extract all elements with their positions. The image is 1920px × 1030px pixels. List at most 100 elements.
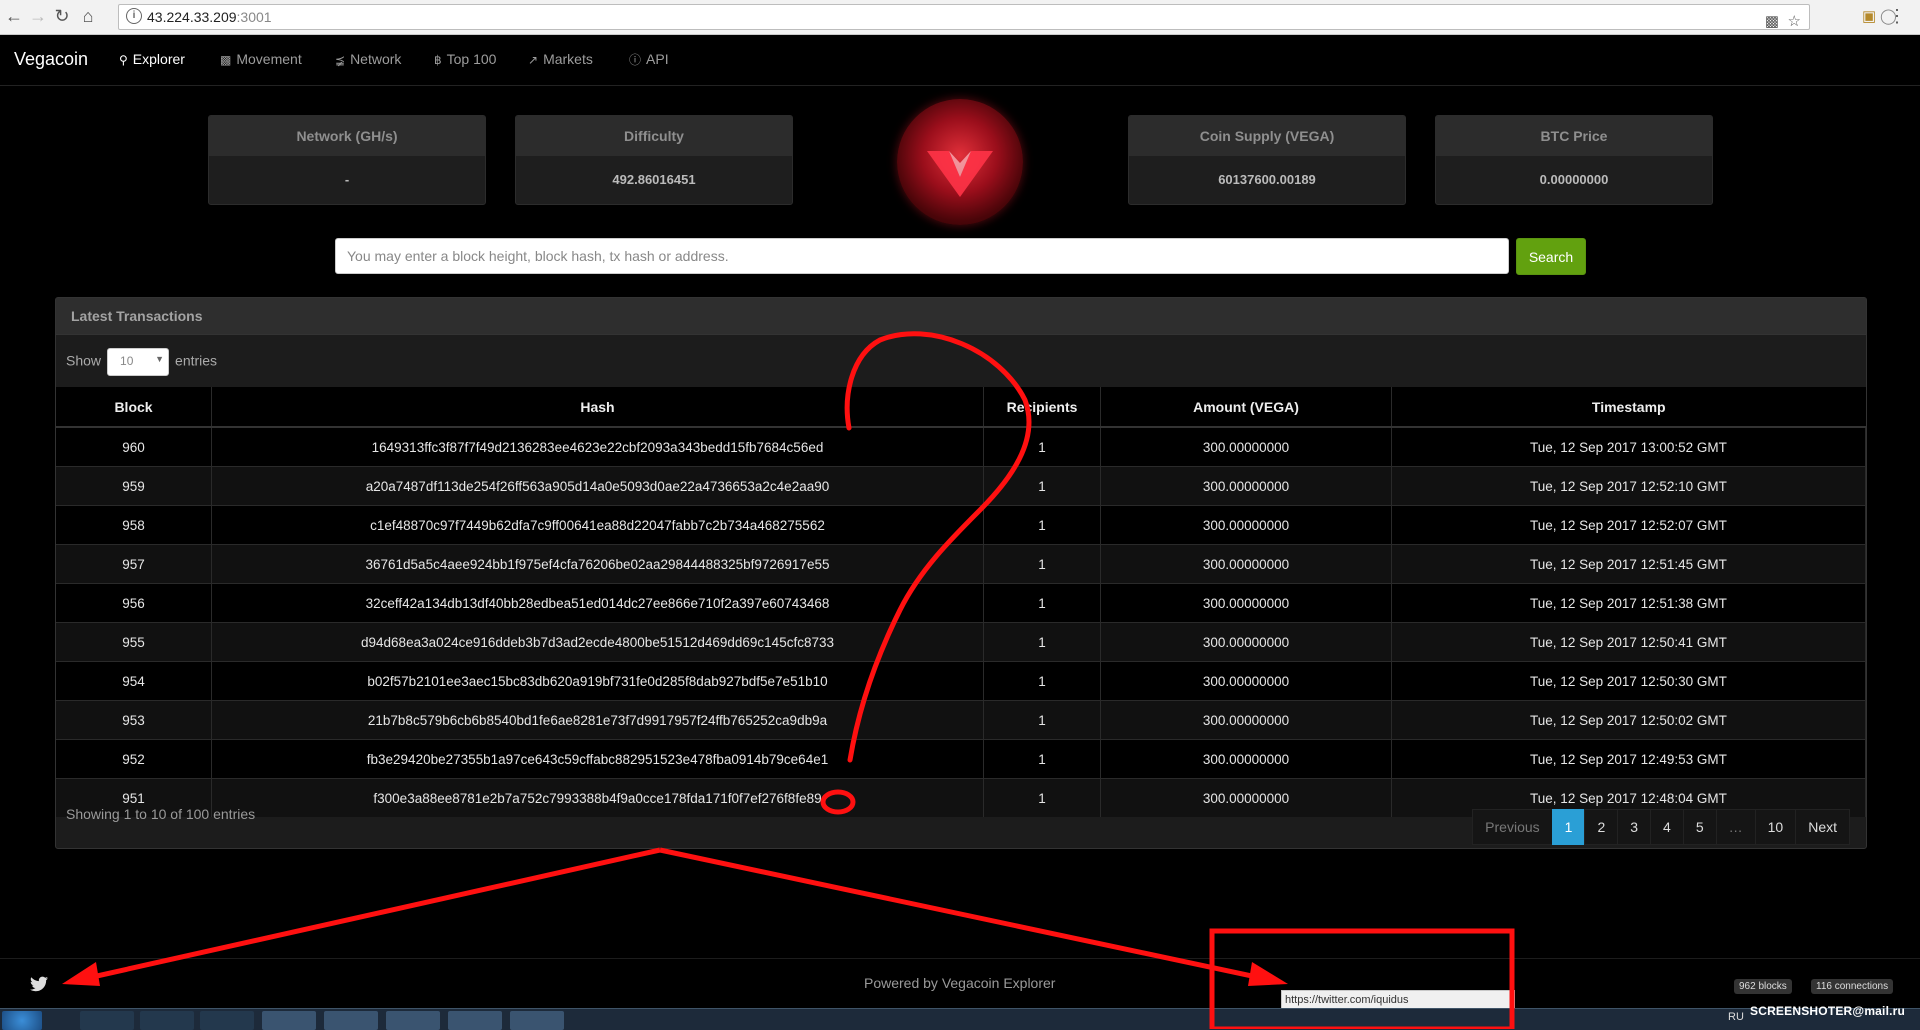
search-input[interactable] (335, 238, 1509, 274)
info-icon: ⓘ (629, 53, 642, 67)
table-row: 957 36761d5a5c4aee924bb1f975ef4cfa76206b… (56, 544, 1866, 584)
brand-logo-text[interactable]: Vegacoin (14, 49, 88, 70)
table-info: Showing 1 to 10 of 100 entries (66, 806, 256, 822)
cell-hash[interactable]: 32ceff42a134db13df40bb28edbea51ed014dc27… (211, 583, 984, 623)
transactions-body: 960 1649313ffc3f87f7f49d2136283ee4623e22… (56, 426, 1866, 817)
cell-block[interactable]: 955 (56, 622, 212, 662)
col-amount[interactable]: Amount (VEGA) (1100, 387, 1392, 428)
cell-hash[interactable]: fb3e29420be27355b1a97ce643c59cffabc88295… (211, 739, 984, 779)
browser-status-url: https://twitter.com/iquidus (1281, 990, 1515, 1010)
telegram-icon[interactable] (448, 1011, 502, 1030)
ie-icon[interactable] (80, 1011, 134, 1030)
browser-menu-icon[interactable]: ⋮ (1888, 6, 1906, 27)
pagination-page-2[interactable]: 2 (1584, 809, 1619, 845)
address-bar[interactable]: i 43.224.33.209:3001 ▩ ☆ (118, 4, 1810, 30)
cell-recipients: 1 (983, 426, 1101, 467)
cell-hash[interactable]: f300e3a88ee8781e2b7a752c7993388b4f9a0cce… (211, 778, 984, 817)
pagination-page-1[interactable]: 1 (1551, 809, 1586, 845)
pagination-next[interactable]: Next (1795, 809, 1850, 845)
nav-explorer[interactable]: ⚲ Explorer (119, 51, 185, 67)
stat-supply-value: 60137600.00189 (1218, 172, 1316, 187)
skype-icon[interactable] (386, 1011, 440, 1030)
page-length-control: Show 10 ▼ entries (66, 348, 217, 376)
address-url: 43.224.33.209:3001 (147, 9, 272, 25)
pagination-page-5[interactable]: 5 (1682, 809, 1717, 845)
cell-hash[interactable]: 36761d5a5c4aee924bb1f975ef4cfa76206be02a… (211, 544, 984, 584)
chrome-icon[interactable] (262, 1011, 316, 1030)
show-label: Show (66, 352, 102, 369)
reload-icon[interactable]: ↻ (52, 6, 72, 26)
nav-api[interactable]: ⓘ API (629, 51, 669, 68)
cell-block[interactable]: 960 (56, 426, 212, 467)
cell-recipients: 1 (983, 661, 1101, 701)
cell-block[interactable]: 954 (56, 661, 212, 701)
cell-recipients: 1 (983, 700, 1101, 740)
cell-block[interactable]: 957 (56, 544, 212, 584)
page-length-value: 10 (120, 354, 134, 368)
cell-recipients: 1 (983, 778, 1101, 817)
pagination-page-3[interactable]: 3 (1617, 809, 1652, 845)
cell-amount: 300.00000000 (1100, 778, 1392, 817)
page-length-select[interactable]: 10 ▼ (107, 348, 170, 376)
forward-icon[interactable]: → (28, 6, 48, 26)
stat-btc-label: BTC Price (1436, 116, 1712, 156)
cell-hash[interactable]: c1ef48870c97f7449b62dfa7c9ff00641ea88d22… (211, 505, 984, 545)
pagination-page-4[interactable]: 4 (1650, 809, 1684, 845)
nav-network[interactable]: ⪵ Network (335, 51, 401, 67)
stat-difficulty: Difficulty 492.86016451 (515, 115, 793, 205)
bookmark-star-icon[interactable]: ☆ (1788, 12, 1801, 30)
nav-top100[interactable]: ฿ Top 100 (434, 51, 496, 67)
cell-hash[interactable]: b02f57b2101ee3aec15bc83db620a919bf731fe0… (211, 661, 984, 701)
col-hash[interactable]: Hash (211, 387, 984, 428)
col-recipients[interactable]: Recipients (983, 387, 1101, 428)
extension-icon[interactable]: ▣ (1862, 7, 1876, 25)
stat-difficulty-label: Difficulty (516, 116, 792, 156)
cell-recipients: 1 (983, 739, 1101, 779)
cell-timestamp: Tue, 12 Sep 2017 12:51:45 GMT (1391, 544, 1866, 584)
pagination-previous[interactable]: Previous (1472, 809, 1553, 845)
start-button-icon[interactable] (2, 1011, 42, 1030)
cell-block[interactable]: 953 (56, 700, 212, 740)
nav-markets[interactable]: ↗ Markets (528, 51, 593, 67)
search-button[interactable]: Search (1516, 238, 1586, 275)
screenshoter-watermark: SCREENSHOTER@mail.ru (1750, 1004, 1906, 1018)
share-icon: ⪵ (335, 53, 346, 67)
cell-recipients: 1 (983, 622, 1101, 662)
cell-block[interactable]: 956 (56, 583, 212, 623)
pagination: Previous 1 2 3 4 5 … 10 Next (1472, 809, 1850, 845)
back-icon[interactable]: ← (4, 6, 24, 26)
viber-icon[interactable] (324, 1011, 378, 1030)
cell-block[interactable]: 959 (56, 466, 212, 506)
page-footer: Powered by Vegacoin Explorer 962 blocks … (0, 958, 1920, 1009)
nav-movement[interactable]: ▩ Movement (220, 51, 302, 67)
cell-amount: 300.00000000 (1100, 544, 1392, 584)
col-timestamp[interactable]: Timestamp (1391, 387, 1866, 428)
home-icon[interactable]: ⌂ (78, 6, 98, 26)
stat-supply-label: Coin Supply (VEGA) (1129, 116, 1405, 156)
cell-hash[interactable]: 21b7b8c579b6cb6b8540bd1fe6ae8281e73f7d99… (211, 700, 984, 740)
media-player-icon[interactable] (200, 1011, 254, 1030)
pagination-page-10[interactable]: 10 (1754, 809, 1797, 845)
cell-block[interactable]: 958 (56, 505, 212, 545)
site-info-icon[interactable]: i (126, 8, 142, 24)
twitter-icon[interactable] (30, 976, 48, 992)
translate-icon[interactable]: ▩ (1765, 12, 1779, 30)
site-navbar: Vegacoin ⚲ Explorer ▩ Movement ⪵ Network ฿ T… (0, 35, 1920, 86)
cell-block[interactable]: 952 (56, 739, 212, 779)
table-row: 958 c1ef48870c97f7449b62dfa7c9ff00641ea8… (56, 505, 1866, 545)
cell-hash[interactable]: 1649313ffc3f87f7f49d2136283ee4623e22cbf2… (211, 426, 984, 467)
language-indicator[interactable]: RU (1728, 1011, 1744, 1023)
folder-icon[interactable] (140, 1011, 194, 1030)
stat-difficulty-value: 492.86016451 (612, 172, 696, 187)
cell-hash[interactable]: d94d68ea3a024ce916ddeb3b7d3ad2ecde4800be… (211, 622, 984, 662)
table-header-row: Block Hash Recipients Amount (VEGA) Time… (56, 387, 1866, 428)
cell-timestamp: Tue, 12 Sep 2017 12:50:41 GMT (1391, 622, 1866, 662)
stat-network-value: - (344, 172, 350, 187)
money-icon: ▩ (220, 53, 232, 67)
bitcoin-icon: ฿ (434, 53, 442, 67)
cell-amount: 300.00000000 (1100, 583, 1392, 623)
cell-hash[interactable]: a20a7487df113de254f26ff563a905d14a0e5093… (211, 466, 984, 506)
col-block[interactable]: Block (56, 387, 212, 428)
stat-btc-value: 0.00000000 (1539, 172, 1609, 187)
opera-icon[interactable] (510, 1011, 564, 1030)
